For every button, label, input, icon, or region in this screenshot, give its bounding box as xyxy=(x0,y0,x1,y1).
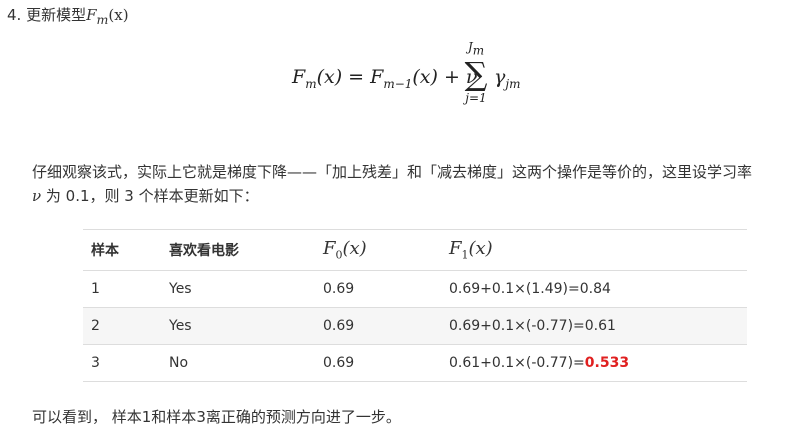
cell-f1-expression: 0.61+0.1×(-0.77)= xyxy=(449,355,585,371)
cell-sample: 3 xyxy=(83,344,161,382)
cell-sample: 2 xyxy=(83,307,161,345)
cell-f0: 0.69 xyxy=(315,270,441,308)
cell-f1: 0.69+0.1×(1.49)=0.84 xyxy=(441,270,747,308)
step-heading: 4. 更新模型Fm(x) xyxy=(7,4,129,27)
explanation-paragraph: 仔细观察该式，实际上它就是梯度下降——「加上残差」和「减去梯度」这两个操作是等价… xyxy=(32,160,804,208)
table-row: 2 Yes 0.69 0.69+0.1×(-0.77)=0.61 xyxy=(83,307,747,345)
cell-f1: 0.69+0.1×(-0.77)=0.61 xyxy=(441,307,747,345)
paragraph-line2: 为 0.1，则 3 个样本更新如下： xyxy=(41,187,259,205)
step-text: 更新模型 xyxy=(26,6,87,24)
conclusion-text: 可以看到， 样本1和样本3离正确的预测方向进了一步。 xyxy=(32,408,401,426)
header-sample: 样本 xyxy=(83,229,161,271)
header-f1: F1(x) xyxy=(441,229,747,271)
formula-lhs: Fm(x) = Fm−1(x) + ν xyxy=(292,66,478,91)
header-f0: F0(x) xyxy=(315,229,441,271)
formula-gamma: γjm xyxy=(494,66,521,91)
table-row: 1 Yes 0.69 0.69+0.1×(1.49)=0.84 xyxy=(83,270,747,308)
table-header-row: 样本 喜欢看电影 F0(x) F1(x) xyxy=(83,229,747,271)
cell-f0: 0.69 xyxy=(315,307,441,345)
paragraph-line1: 仔细观察该式，实际上它就是梯度下降——「加上残差」和「减去梯度」这两个操作是等价… xyxy=(32,163,753,181)
step-number: 4. xyxy=(7,6,22,24)
header-likes-movies: 喜欢看电影 xyxy=(161,229,315,271)
cell-likes: Yes xyxy=(161,307,315,345)
cell-f0: 0.69 xyxy=(315,344,441,382)
sum-lower-limit: j=1 xyxy=(465,91,487,106)
step-model-symbol: Fm(x) xyxy=(86,6,129,27)
cell-likes: Yes xyxy=(161,270,315,308)
cell-f1-highlight: 0.533 xyxy=(584,355,630,371)
summation: Jm ∑ j=1 xyxy=(461,40,491,105)
samples-table: 样本 喜欢看电影 F0(x) F1(x) 1 Yes 0.69 0.69+0.1… xyxy=(83,229,747,382)
sigma-symbol: ∑ xyxy=(464,55,488,94)
learning-rate-symbol: ν xyxy=(32,187,42,205)
cell-likes: No xyxy=(161,344,315,382)
table-row: 3 No 0.69 0.61+0.1×(-0.77)=0.533 xyxy=(83,344,747,382)
cell-sample: 1 xyxy=(83,270,161,308)
cell-f1: 0.61+0.1×(-0.77)=0.533 xyxy=(441,344,747,382)
